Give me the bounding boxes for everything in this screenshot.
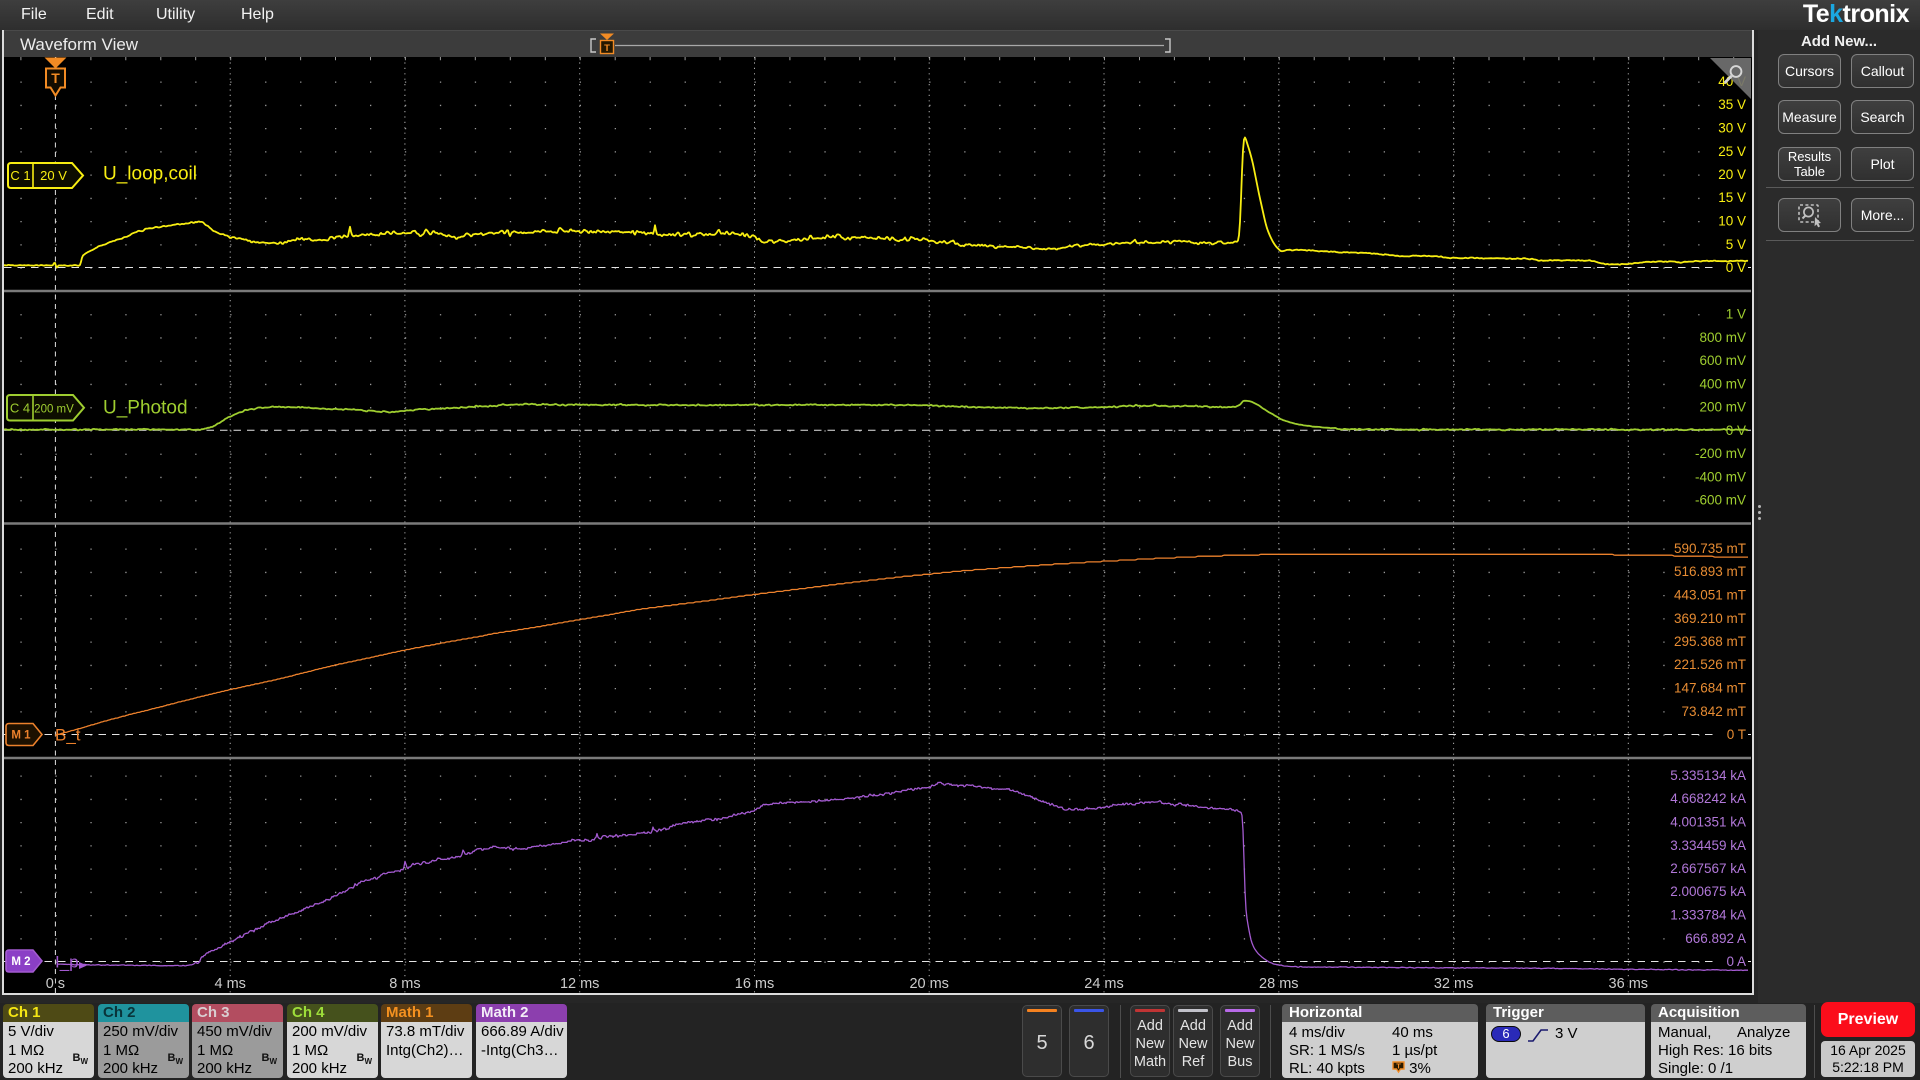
svg-text:800 mV: 800 mV — [1699, 330, 1746, 345]
svg-text:C 4: C 4 — [10, 400, 30, 415]
svg-text:-400 mV: -400 mV — [1695, 469, 1746, 484]
svg-text:8 ms: 8 ms — [389, 976, 420, 992]
svg-text:20 V: 20 V — [40, 168, 67, 183]
svg-text:C 1: C 1 — [10, 168, 30, 183]
svg-text:666.892 A: 666.892 A — [1685, 931, 1746, 946]
svg-text:16 ms: 16 ms — [735, 976, 775, 992]
svg-text:10 V: 10 V — [1718, 214, 1746, 229]
svg-text:B_t: B_t — [55, 726, 81, 745]
svg-text:M 2: M 2 — [11, 956, 30, 968]
svg-text:600 mV: 600 mV — [1699, 353, 1746, 368]
svg-text:32 ms: 32 ms — [1434, 976, 1474, 992]
svg-text:0 A: 0 A — [1726, 954, 1746, 969]
svg-text:5.335134 kA: 5.335134 kA — [1670, 768, 1746, 783]
svg-text:369.210 mT: 369.210 mT — [1674, 611, 1746, 626]
svg-text:36 ms: 36 ms — [1609, 976, 1649, 992]
svg-text:35 V: 35 V — [1718, 97, 1746, 112]
svg-text:200 mV: 200 mV — [1699, 400, 1746, 415]
svg-text:2.667567 kA: 2.667567 kA — [1670, 861, 1746, 876]
svg-text:443.051 mT: 443.051 mT — [1674, 588, 1746, 603]
svg-text:4.668242 kA: 4.668242 kA — [1670, 791, 1746, 806]
svg-text:T: T — [1396, 1062, 1401, 1071]
svg-text:20 ms: 20 ms — [909, 976, 949, 992]
svg-text:U_loop,coil: U_loop,coil — [103, 164, 197, 185]
svg-text:T: T — [51, 70, 60, 86]
svg-text:-600 mV: -600 mV — [1695, 493, 1746, 508]
svg-text:516.893 mT: 516.893 mT — [1674, 564, 1746, 579]
svg-text:221.526 mT: 221.526 mT — [1674, 657, 1746, 672]
svg-text:400 mV: 400 mV — [1699, 376, 1746, 391]
svg-text:5 V: 5 V — [1726, 237, 1746, 252]
svg-text:15 V: 15 V — [1718, 190, 1746, 205]
svg-text:-200 mV: -200 mV — [1695, 446, 1746, 461]
svg-text:147.684 mT: 147.684 mT — [1674, 681, 1746, 696]
svg-text:28 ms: 28 ms — [1259, 976, 1299, 992]
svg-text:3.334459 kA: 3.334459 kA — [1670, 838, 1746, 853]
svg-text:20 V: 20 V — [1718, 167, 1746, 182]
svg-text:0 s: 0 s — [46, 976, 65, 992]
svg-text:590.735 mT: 590.735 mT — [1674, 541, 1746, 556]
svg-text:73.842 mT: 73.842 mT — [1681, 704, 1746, 719]
svg-text:U_Photod: U_Photod — [103, 398, 188, 419]
svg-text:24 ms: 24 ms — [1084, 976, 1124, 992]
svg-text:4.001351 kA: 4.001351 kA — [1670, 815, 1746, 830]
svg-text:25 V: 25 V — [1718, 144, 1746, 159]
svg-text:2.000675 kA: 2.000675 kA — [1670, 884, 1746, 899]
svg-text:12 ms: 12 ms — [560, 976, 600, 992]
svg-text:295.368 mT: 295.368 mT — [1674, 634, 1746, 649]
svg-text:1 V: 1 V — [1726, 307, 1746, 322]
svg-text:T: T — [604, 43, 610, 54]
svg-text:200 mV: 200 mV — [34, 403, 74, 415]
svg-text:M 1: M 1 — [11, 730, 31, 742]
svg-text:4 ms: 4 ms — [214, 976, 245, 992]
svg-text:1.333784 kA: 1.333784 kA — [1670, 908, 1746, 923]
svg-text:I_p: I_p — [55, 953, 79, 972]
svg-text:30 V: 30 V — [1718, 121, 1746, 136]
svg-text:0 T: 0 T — [1727, 727, 1746, 742]
